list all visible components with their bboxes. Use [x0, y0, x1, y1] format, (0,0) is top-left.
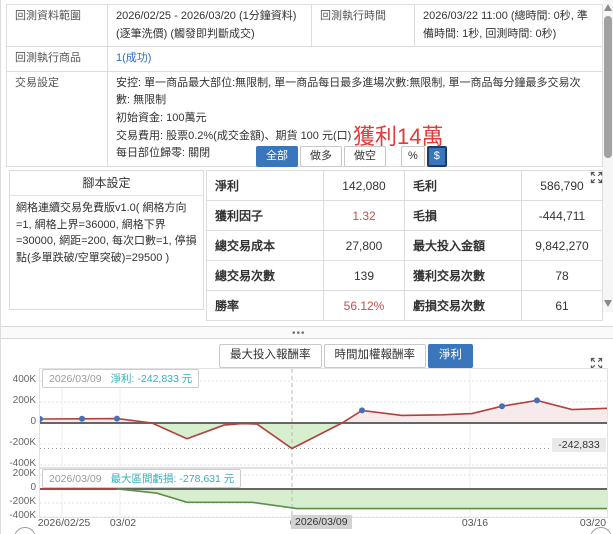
filter-tab-做多[interactable]: 做多	[300, 146, 342, 168]
metric-value: 56.12%	[323, 290, 405, 321]
metric-label: 淨利	[206, 170, 324, 201]
trade-settings-label: 交易設定	[6, 70, 108, 167]
metrics-row: 總交易成本 27,800 最大投入金額 9,842,270	[206, 230, 603, 261]
scroll-up-arrow-icon[interactable]	[604, 4, 612, 11]
metrics-table: 淨利 142,080 毛利 586,790 獲利因子 1.32 毛損 -444,711 總交易成…	[206, 170, 603, 321]
chart-tab-最大投入報酬率[interactable]: 最大投入報酬率	[219, 344, 322, 368]
filter-tab-全部[interactable]: 全部	[256, 146, 298, 168]
y-axis-tick-label: 200K	[12, 468, 36, 479]
splitter-handle-icon: •••	[292, 328, 306, 339]
annotation-profit: 獲利14萬	[353, 124, 444, 149]
tooltip-value: 淨利: -242,833 元	[110, 373, 193, 385]
crosshair-value-badge: -242,833	[552, 438, 606, 452]
exec-time-label: 回測執行時間	[311, 3, 415, 48]
expand-icon[interactable]	[590, 171, 603, 184]
scroll-down-arrow-icon[interactable]	[604, 300, 612, 307]
chart-tab-時間加權報酬率[interactable]: 時間加權報酬率	[323, 344, 426, 368]
trade-settings-line: 安控: 單一商品最大部位:無限制, 單一商品每日最多進場次數:無限制, 單一商品…	[116, 76, 581, 107]
table-row: 回測執行商品 1(成功)	[6, 46, 603, 72]
metric-value: 61	[521, 290, 603, 321]
metric-label: 勝率	[206, 290, 324, 321]
metric-label: 虧損交易次數	[404, 290, 522, 321]
script-settings-description: 網格連續交易免費版v1.0( 網格方向=1, 網格上界=36000, 網格下界=…	[16, 202, 197, 264]
metrics-row: 總交易次數 139 獲利交易次數 78	[206, 260, 603, 291]
metric-value: 9,842,270	[521, 230, 603, 261]
table-row: 回測資料範圍 2026/02/25 - 2026/03/20 (1分鐘資料) (…	[6, 3, 603, 48]
script-settings-panel: 腳本設定 網格連續交易免費版v1.0( 網格方向=1, 網格上界=36000, …	[9, 170, 204, 310]
vertical-scrollbar[interactable]	[603, 0, 613, 312]
exec-time-value: 2026/03/22 11:00 (總時間: 0秒, 準備時間: 1秒, 回測時…	[414, 3, 603, 48]
metric-value: 139	[323, 260, 405, 291]
metrics-row: 淨利 142,080 毛利 586,790	[206, 170, 603, 201]
metric-label: 獲利因子	[206, 200, 324, 231]
chart-tab-淨利[interactable]: 淨利	[428, 344, 473, 368]
metric-label: 總交易次數	[206, 260, 324, 291]
exec-product-label: 回測執行商品	[6, 46, 108, 72]
metric-value: 78	[521, 260, 603, 291]
y-axis-tick-label: -200K	[9, 437, 36, 448]
metric-label: 獲利交易次數	[404, 260, 522, 291]
metric-value: 142,080	[323, 170, 405, 201]
script-settings-title: 腳本設定	[10, 171, 203, 196]
y-axis-tick-label: 200K	[12, 395, 36, 406]
metrics-row: 勝率 56.12% 虧損交易次數 61	[206, 290, 603, 321]
y-axis-tick-label: 0	[30, 482, 36, 493]
metrics-row: 獲利因子 1.32 毛損 -444,711	[206, 200, 603, 231]
y-axis-tick-label: 0	[30, 416, 36, 427]
backtest-info-table: 回測資料範圍 2026/02/25 - 2026/03/20 (1分鐘資料) (…	[6, 3, 603, 167]
tooltip-date: 2026/03/09	[49, 373, 102, 385]
scrollbar-thumb[interactable]	[604, 16, 612, 158]
metric-label: 毛利	[404, 170, 522, 201]
crosshair-date-badge: 2026/03/09	[291, 515, 352, 529]
metric-value: -444,711	[521, 200, 603, 231]
x-axis-tick-label: 03/02	[109, 517, 137, 529]
x-axis-tick-label: 03/20	[579, 517, 607, 529]
max-drawdown-tooltip: 2026/03/09 最大區間虧損: -278,631 元	[42, 469, 242, 488]
metric-label: 毛損	[404, 200, 522, 231]
y-axis-tick-label: -200K	[9, 496, 36, 507]
metric-label: 最大投入金額	[404, 230, 522, 261]
metric-label: 總交易成本	[206, 230, 324, 261]
tooltip-date: 2026/03/09	[49, 473, 102, 485]
data-range-value: 2026/02/25 - 2026/03/20 (1分鐘資料) (逐筆洗價) (…	[107, 3, 312, 48]
backtest-report-window: 回測資料範圍 2026/02/25 - 2026/03/20 (1分鐘資料) (…	[0, 0, 613, 534]
y-axis-tick-label: 400K	[12, 374, 36, 385]
net-profit-tooltip: 2026/03/09 淨利: -242,833 元	[42, 369, 200, 388]
exec-product-success-link[interactable]: 1(成功)	[107, 46, 603, 72]
x-axis-tick-label: 03/16	[461, 517, 489, 529]
metric-value: 1.32	[323, 200, 405, 231]
pane-splitter[interactable]: •••	[1, 326, 613, 339]
tooltip-value: 最大區間虧損: -278,631 元	[110, 473, 235, 485]
data-range-label: 回測資料範圍	[6, 3, 108, 48]
chart-type-tabs: 最大投入報酬率 時間加權報酬率 淨利	[219, 344, 475, 368]
metric-value: 27,800	[323, 230, 405, 261]
